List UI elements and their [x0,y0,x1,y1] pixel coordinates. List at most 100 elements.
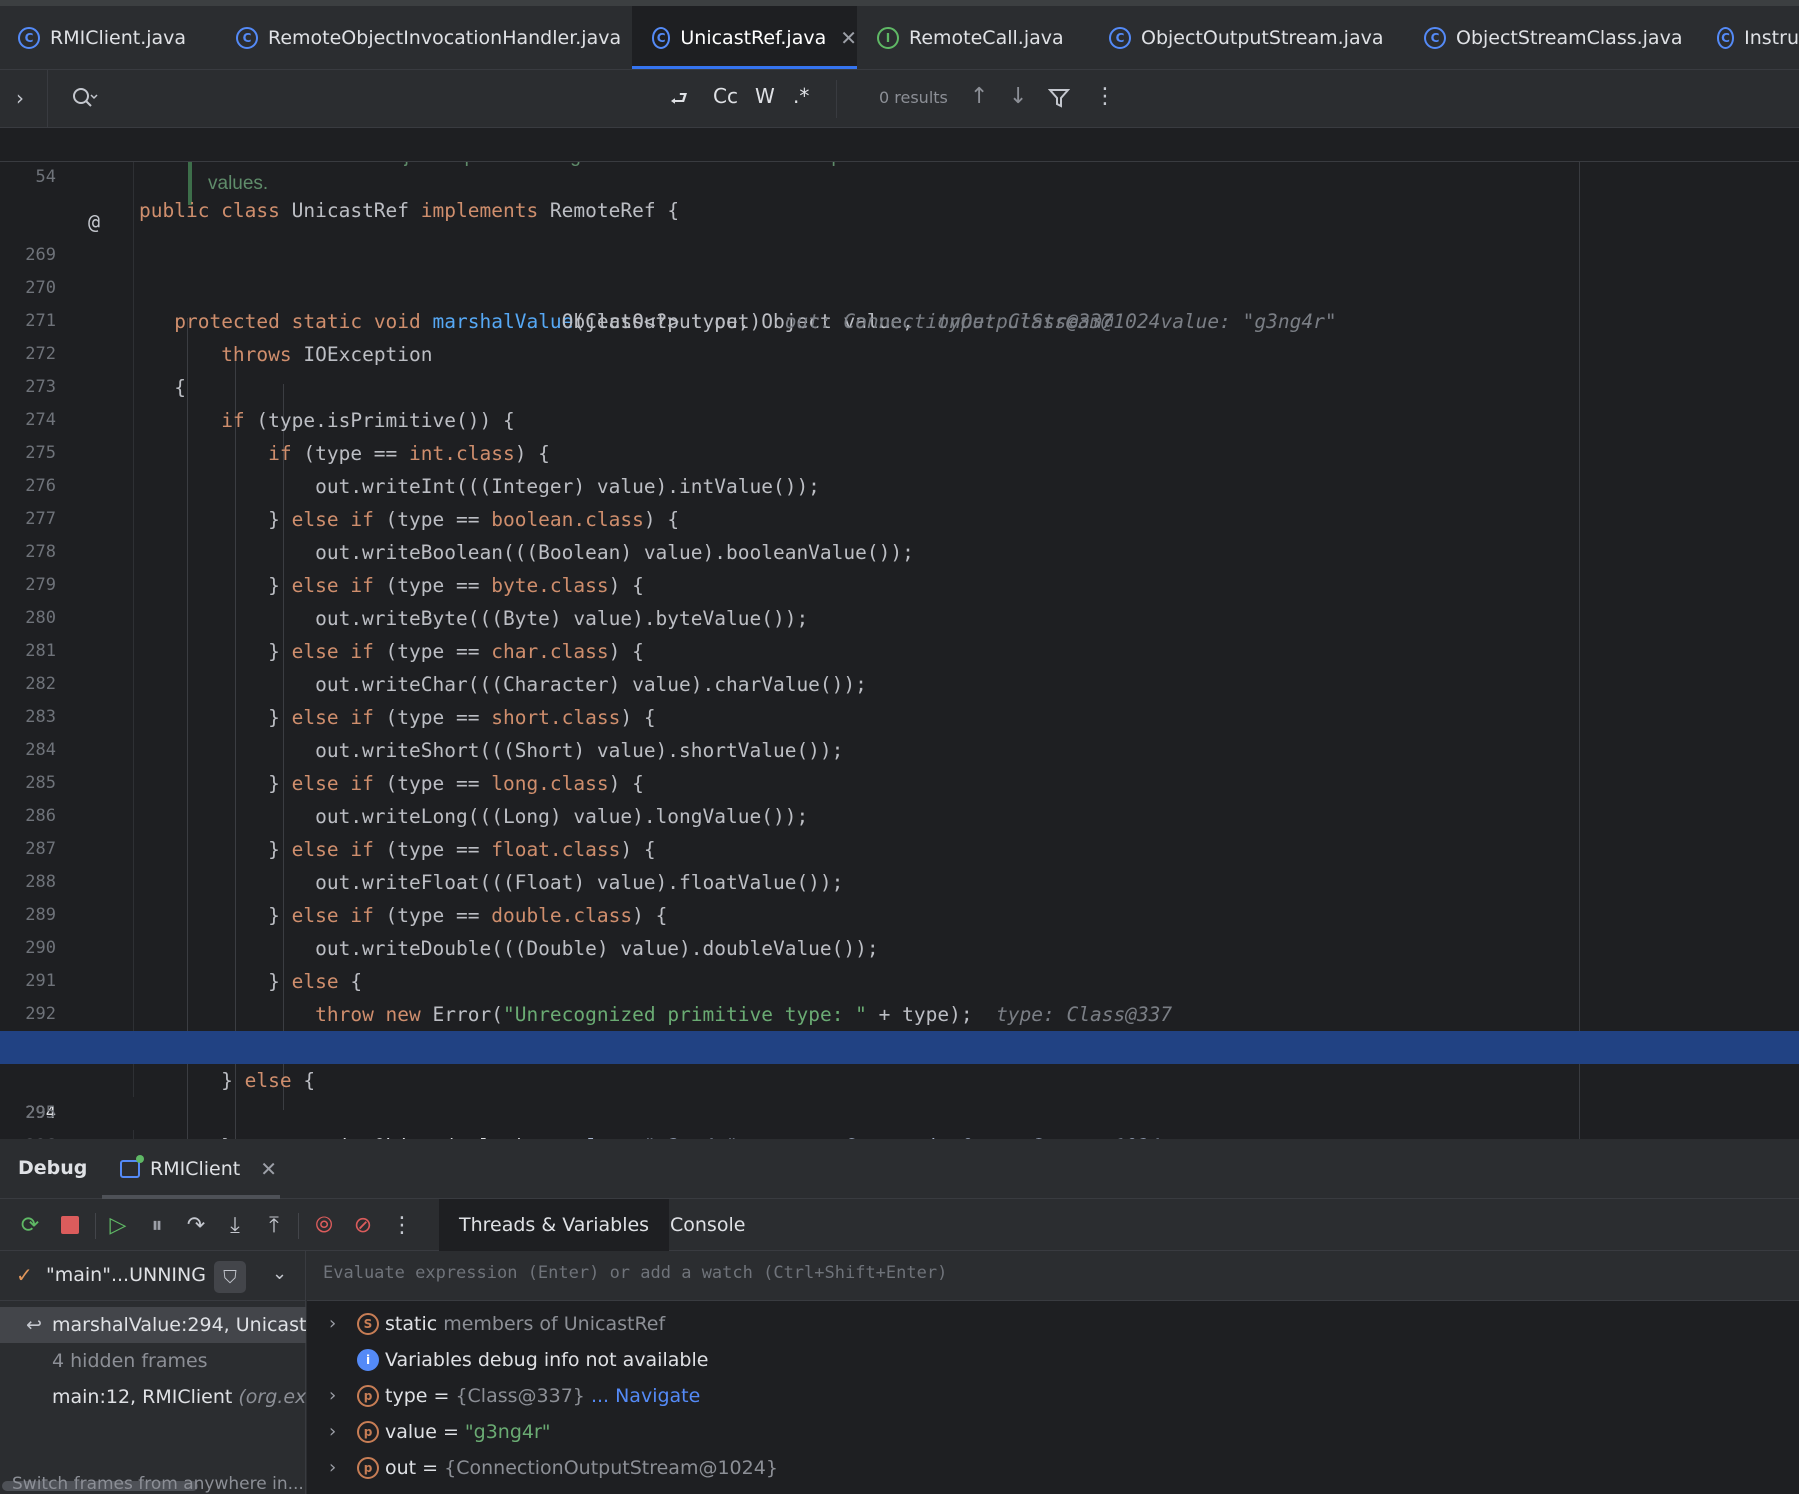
rerun-icon[interactable]: ⟳ [16,1211,44,1239]
more-options-icon[interactable]: ⋮ [388,1211,416,1239]
code-line: 277 out.writeBoolean(((Boolean) value).b… [0,470,1799,564]
divider [836,80,837,118]
code-line: 291 throw new Error("Unrecognized primit… [0,932,1799,1026]
code-line: 279 out.writeByte(((Byte) value).byteVal… [0,536,1799,630]
chevron-down-icon[interactable]: ⌄ [272,1263,287,1284]
class-icon: C [236,27,258,49]
more-options-icon[interactable]: ⋮ [1094,84,1116,109]
code-text: } [139,1130,233,1139]
code-line: 274 if (type == int.class) { [0,371,1799,465]
chevron-right-icon[interactable]: › [329,1450,336,1486]
variable-row-out[interactable]: › p out = {ConnectionOutputStream@1024} [307,1450,1799,1486]
arrow-up-icon[interactable]: ↑ [970,84,988,109]
hidden-frames-row[interactable]: 4 hidden frames [0,1343,306,1379]
debug-toolbar: ⟳ ▷ ⏸ ↷ ⤓ ⤒ ⦾ ⊘ ⋮ Threads & Variables Co… [0,1199,1799,1251]
tab-label: RemoteCall.java [909,27,1064,49]
line-number: 296 [0,1130,56,1139]
pause-icon[interactable]: ⏸ [143,1211,171,1239]
variable-row-value[interactable]: › p value = "g3ng4r" [307,1414,1799,1450]
chevron-right-icon[interactable]: › [329,1306,336,1342]
run-config-icon [120,1155,144,1178]
variable-label: type = {Class@337} ... Navigate [385,1385,701,1407]
code-text: out.writeObject(value); value: "g3ng4r" … [139,1130,1160,1139]
tab-label: ObjectStreamClass.java [1456,27,1683,49]
code-editor[interactable]: 54 public class UnicastRef implements Re… [0,128,1799,1139]
match-case-toggle[interactable]: Cc [713,84,738,108]
thread-selector[interactable]: ✓ "main"...UNNING ⛉ ⌄ [0,1251,306,1301]
chevron-right-icon[interactable]: › [329,1414,336,1450]
tab-objectstreamclass[interactable]: C ObjectStreamClass.java [1404,6,1713,69]
tab-unicastref[interactable]: C UnicastRef.java ✕ [632,6,857,69]
code-line: 281 out.writeChar(((Character) value).ch… [0,602,1799,696]
thread-name: "main"...UNNING [46,1264,206,1286]
sticky-class-header[interactable]: 54 public class UnicastRef implements Re… [0,128,1799,222]
tab-remotecall[interactable]: I RemoteCall.java [857,6,1089,69]
static-badge-icon: S [357,1313,379,1335]
stop-icon[interactable] [56,1211,84,1239]
code-line: 285 out.writeLong(((Long) value).longVal… [0,734,1799,828]
resume-icon[interactable]: ▷ [104,1211,132,1239]
code-line: 283 out.writeShort(((Short) value).short… [0,668,1799,762]
stack-frame[interactable]: ↩ marshalValue:294, UnicastRef [0,1307,306,1343]
tab-instrumentation[interactable]: C Instru [1713,6,1799,69]
find-bar: › ⮐ Cc W .* 0 results ↑ ↓ ⋮ [0,70,1799,128]
filter-icon[interactable]: ⛉ [214,1261,246,1293]
variable-label: out = {ConnectionOutputStream@1024} [385,1457,778,1479]
code-line: 272 { [0,305,1799,399]
current-execution-line: 294 out.writeObject(value); value: "g3ng… [0,1031,1799,1139]
expand-replace-chevron-icon[interactable]: › [16,86,24,110]
code-line: 270 ObjectOutput out) out: ConnectionOut… [0,239,1799,333]
search-icon[interactable] [70,84,98,112]
tab-label: RMIClient.java [50,27,187,49]
code-line: 278 } else if (type == byte.class) { [0,503,1799,597]
parameter-badge-icon: p [357,1421,379,1443]
line-number: 54 [35,167,56,187]
wrap-icon[interactable]: ⮐ [670,84,688,118]
at-annotation-icon[interactable]: @ [88,206,100,239]
view-breakpoints-icon[interactable]: ⦾ [310,1211,338,1239]
variable-row-type[interactable]: › p type = {Class@337} ... Navigate [307,1378,1799,1414]
code-line: 288 } else if (type == double.class) { [0,833,1799,927]
class-icon: C [652,27,671,49]
class-icon: C [1717,27,1735,49]
code-line: 275 out.writeInt(((Integer) value).intVa… [0,404,1799,498]
parameter-badge-icon: p [357,1457,379,1479]
code-text: public class UnicastRef implements Remot… [139,199,680,222]
tab-console[interactable]: Console [650,1199,765,1251]
tab-label: RemoteObjectInvocationHandler.java [268,27,622,49]
arrow-down-icon[interactable]: ↓ [1009,84,1027,109]
divider [298,1213,299,1239]
tab-objectoutputstream[interactable]: C ObjectOutputStream.java [1089,6,1404,69]
variables-panel: › S static members of UnicastRef i Varia… [307,1251,1799,1494]
step-into-icon[interactable]: ⤓ [221,1211,249,1239]
close-icon[interactable]: ✕ [840,26,857,50]
code-line: 296 } [0,1097,1799,1139]
stack-frame[interactable]: main:12, RMIClient (org.exam [0,1379,306,1415]
variable-label: static members of UnicastRef [385,1313,666,1335]
step-over-icon[interactable]: ↷ [182,1211,210,1239]
tab-threads-variables[interactable]: Threads & Variables [439,1199,670,1251]
close-icon[interactable]: ✕ [260,1157,277,1181]
class-icon: C [1424,27,1446,49]
regex-toggle[interactable]: .* [793,84,809,108]
editor-tab-bar: C RMIClient.java C RemoteObjectInvocatio… [0,0,1799,70]
frame-label: main:12, RMIClient (org.exam [52,1386,306,1408]
tab-remoteobjectinvocationhandler[interactable]: C RemoteObjectInvocationHandler.java [216,6,632,69]
variable-row-static[interactable]: › S static members of UnicastRef [307,1306,1799,1342]
code-line: 295 } [0,1064,1799,1139]
evaluate-expression-input[interactable] [323,1263,1723,1283]
debug-session-tab[interactable]: RMIClient ✕ [120,1155,277,1181]
code-line: 273 if (type.isPrimitive()) { [0,338,1799,432]
class-icon: C [18,27,40,49]
filter-icon[interactable] [1048,87,1070,109]
debug-header: Debug RMIClient ✕ [0,1139,1799,1199]
code-line: 293 } else { [0,998,1799,1092]
chevron-right-icon[interactable]: › [329,1378,336,1414]
step-out-icon[interactable]: ⤒ [260,1211,288,1239]
debug-tool-window: Debug RMIClient ✕ ⟳ ▷ ⏸ ↷ ⤓ ⤒ ⦾ ⊘ ⋮ Thre… [0,1139,1799,1494]
code-line: 292 } [0,965,1799,1059]
mute-breakpoints-icon[interactable]: ⊘ [349,1211,377,1239]
navigate-link[interactable]: ... Navigate [591,1385,700,1407]
tab-rmiclient[interactable]: C RMIClient.java [0,6,216,69]
whole-words-toggle[interactable]: W [755,84,775,108]
